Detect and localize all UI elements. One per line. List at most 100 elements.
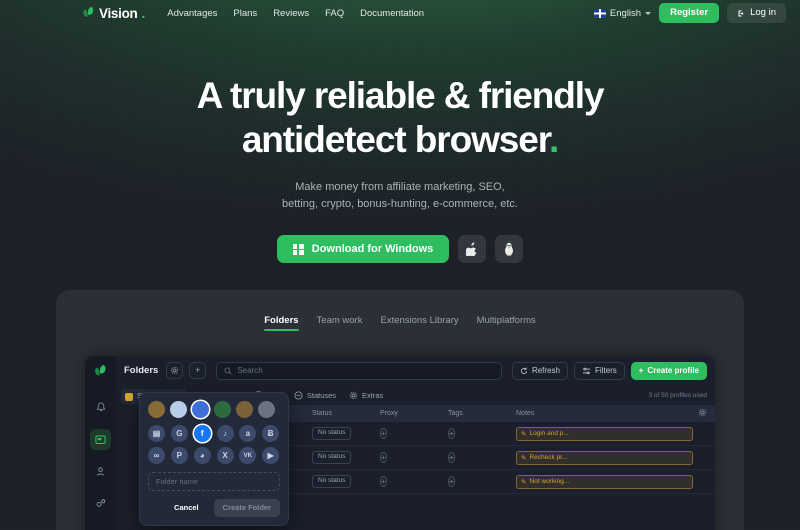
sidebar-item-settings[interactable] — [90, 525, 111, 530]
leaf-sprout-icon — [83, 6, 94, 20]
color-swatch-gray[interactable] — [258, 401, 275, 418]
app-logo-leaf-icon — [94, 364, 106, 379]
download-macos-button[interactable] — [458, 235, 487, 264]
create-folder-button[interactable]: Create Folder — [213, 499, 280, 517]
note-text: Not working... — [529, 478, 570, 485]
create-profile-label: Create profile — [647, 365, 699, 375]
gears-icon — [96, 499, 105, 507]
icon-option-bitcoin[interactable]: Ƀ — [262, 425, 280, 442]
sidebar-item-notifications[interactable] — [90, 397, 111, 418]
refresh-button[interactable]: Refresh — [511, 361, 568, 380]
column-header-notes[interactable]: Notes — [516, 410, 693, 417]
status-badge[interactable]: No status — [312, 427, 352, 440]
color-swatch-green[interactable] — [214, 401, 231, 418]
add-tag-button[interactable]: + — [448, 476, 455, 487]
tab-team-work[interactable]: Team work — [317, 315, 363, 331]
sidebar-item-profiles[interactable] — [90, 461, 111, 482]
color-swatch-brown[interactable] — [148, 401, 165, 418]
table-settings-button[interactable] — [693, 408, 707, 419]
apple-icon — [466, 242, 477, 257]
showcase-tabs: Folders Team work Extensions Library Mul… — [56, 290, 744, 331]
hero-title-accent-dot: . — [548, 118, 559, 160]
logo[interactable]: Vision . — [82, 6, 145, 21]
note-badge[interactable]: ✎ Not working... — [516, 474, 693, 489]
logo-text: Vision — [99, 5, 138, 21]
language-selector[interactable]: English — [593, 7, 652, 19]
hero-title-line1: A truly reliable & friendly — [196, 75, 605, 116]
nav-item-faq[interactable]: FAQ — [325, 8, 344, 19]
icon-option-meta[interactable]: ∞ — [148, 447, 165, 464]
color-swatch-light-blue[interactable] — [170, 401, 187, 418]
add-proxy-button[interactable]: + — [380, 452, 387, 463]
hero-section: A truly reliable & friendly antidetect b… — [0, 74, 800, 264]
tab-folders[interactable]: Folders — [264, 315, 299, 331]
note-text: Recheck pr... — [529, 454, 568, 461]
icon-option-discord[interactable]: ◕ — [193, 447, 211, 464]
add-folder-button[interactable]: + — [189, 362, 207, 379]
register-button[interactable]: Register — [659, 3, 720, 23]
create-profile-button[interactable]: + Create profile — [630, 361, 707, 380]
download-linux-button[interactable] — [495, 235, 524, 264]
search-input[interactable]: Search — [216, 361, 502, 380]
folder-name-input[interactable]: Folder name — [148, 472, 280, 491]
chevron-down-icon — [645, 11, 652, 15]
profile-user-icon — [96, 467, 105, 476]
pencil-icon: ✎ — [521, 454, 527, 462]
nav-item-plans[interactable]: Plans — [233, 8, 257, 19]
status-badge[interactable]: No status — [312, 475, 352, 488]
folder-settings-button[interactable] — [166, 362, 184, 379]
add-proxy-button[interactable]: + — [380, 476, 387, 487]
folders-icon — [95, 435, 106, 445]
nav-item-reviews[interactable]: Reviews — [273, 8, 309, 19]
linux-penguin-icon — [505, 243, 514, 257]
color-swatch-blue[interactable] — [192, 401, 209, 418]
icon-option-amazon[interactable]: a — [239, 425, 257, 442]
hero-subtitle-line1: Make money from affiliate marketing, SEO… — [295, 181, 505, 194]
icon-option-google[interactable]: G — [170, 425, 188, 442]
icon-option-folder[interactable]: ▤ — [148, 425, 165, 442]
icon-option-tiktok[interactable]: ♪ — [216, 425, 234, 442]
hero-cta-group: Download for Windows — [0, 235, 800, 264]
uk-flag-icon — [593, 8, 606, 18]
hero-subtitle: Make money from affiliate marketing, SEO… — [0, 179, 800, 213]
sidebar-item-automation[interactable] — [90, 493, 111, 514]
tab-extensions-library[interactable]: Extensions Library — [380, 315, 458, 331]
note-badge[interactable]: ✎ Recheck pr... — [516, 450, 693, 465]
column-header-status[interactable]: Status — [312, 410, 380, 417]
filter-chip-label: Extras — [362, 390, 384, 400]
filter-chip-extras[interactable]: Extras — [349, 391, 383, 400]
filter-chip-statuses[interactable]: Statuses — [294, 391, 336, 400]
icon-option-paypal[interactable]: P — [170, 447, 188, 464]
nav-item-documentation[interactable]: Documentation — [360, 8, 424, 19]
search-icon — [224, 366, 232, 374]
filters-button[interactable]: Filters — [573, 361, 625, 380]
tab-multiplatforms[interactable]: Multiplatforms — [477, 315, 536, 331]
add-tag-button[interactable]: + — [448, 452, 455, 463]
add-proxy-button[interactable]: + — [380, 428, 387, 439]
app-screenshot: Folders + Search Refresh Filters + Creat… — [85, 356, 715, 530]
bell-icon — [96, 402, 105, 412]
download-windows-button[interactable]: Download for Windows — [276, 235, 450, 264]
search-placeholder: Search — [237, 366, 263, 375]
add-tag-button[interactable]: + — [448, 428, 455, 439]
icon-picker: ▤ G f ♪ a Ƀ ∞ P ◕ X VK ▶ — [148, 425, 280, 464]
app-sidebar — [85, 356, 116, 530]
cancel-button[interactable]: Cancel — [165, 499, 208, 517]
column-header-tags[interactable]: Tags — [448, 410, 516, 417]
sidebar-item-folders[interactable] — [90, 429, 111, 450]
language-label: English — [609, 7, 642, 19]
refresh-icon — [520, 366, 527, 374]
note-text: Login and p... — [529, 430, 569, 437]
color-swatch-tan[interactable] — [236, 401, 253, 418]
icon-option-youtube[interactable]: ▶ — [262, 447, 280, 464]
modal-actions: Cancel Create Folder — [148, 499, 280, 517]
login-button[interactable]: Log in — [727, 3, 786, 23]
icon-option-x-twitter[interactable]: X — [216, 447, 234, 464]
icon-option-facebook[interactable]: f — [193, 425, 211, 442]
login-arrow-icon — [738, 10, 744, 16]
column-header-proxy[interactable]: Proxy — [380, 410, 448, 417]
note-badge[interactable]: ✎ Login and p... — [516, 426, 693, 441]
icon-option-vk[interactable]: VK — [239, 447, 257, 464]
status-badge[interactable]: No status — [312, 451, 352, 464]
nav-item-advantages[interactable]: Advantages — [167, 8, 217, 19]
